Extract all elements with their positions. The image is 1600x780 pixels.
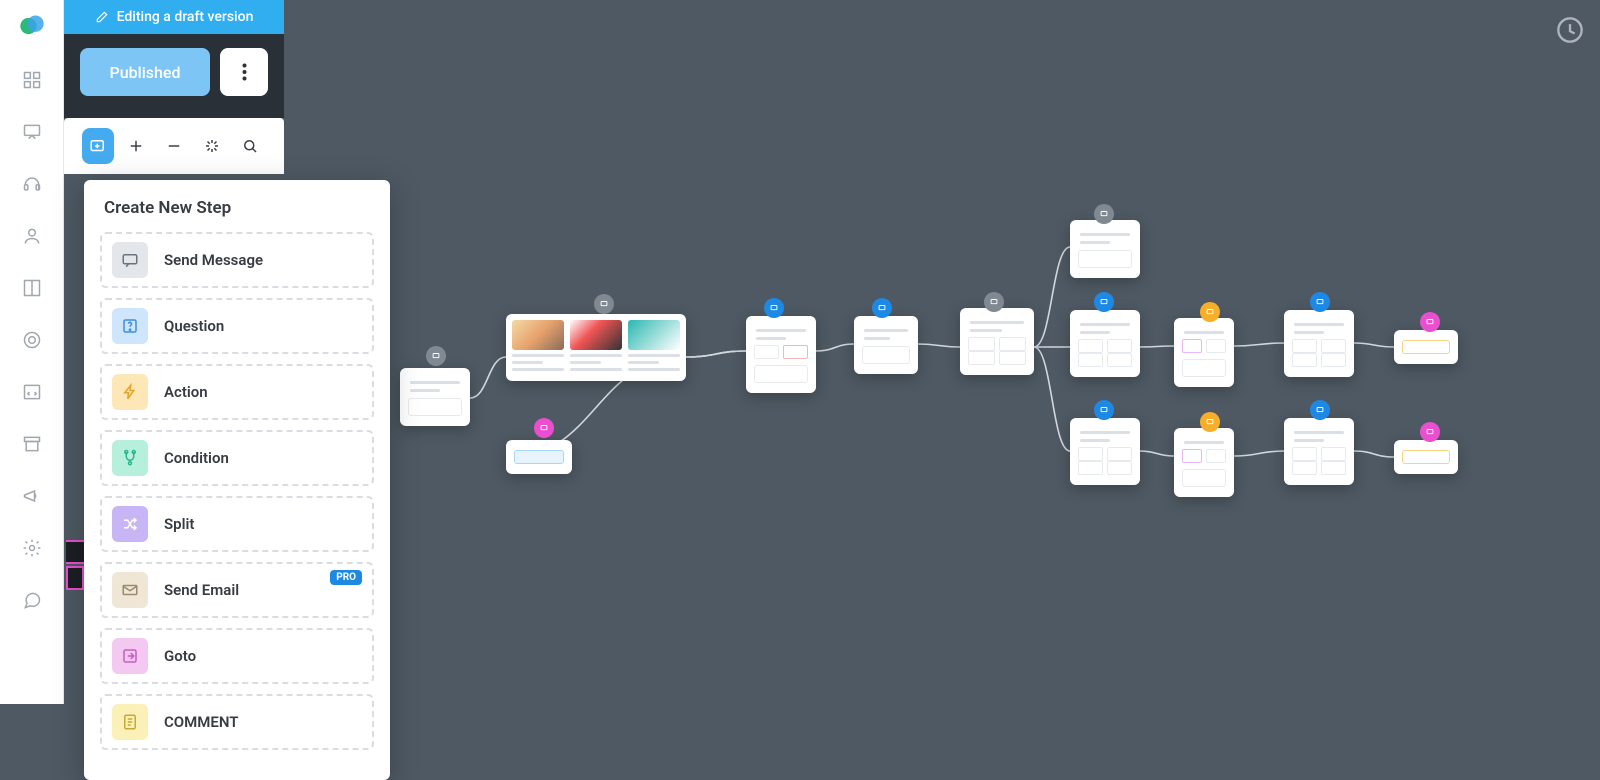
step-item-send-email[interactable]: Send Email PRO	[100, 562, 374, 618]
node-badge-icon	[1094, 204, 1114, 224]
node-badge-icon	[426, 346, 446, 366]
flow-node[interactable]	[960, 308, 1034, 375]
tool-add-step[interactable]	[82, 128, 114, 164]
node-badge-icon	[534, 418, 554, 438]
tool-zoom-out[interactable]	[158, 128, 190, 164]
action-icon	[112, 374, 148, 410]
step-item-split[interactable]: Split	[100, 496, 374, 552]
question-icon	[112, 308, 148, 344]
condition-icon	[112, 440, 148, 476]
flow-node[interactable]	[1174, 428, 1234, 497]
rail-user-icon[interactable]	[20, 224, 44, 248]
goto-icon	[112, 638, 148, 674]
step-item-label: Condition	[164, 449, 229, 467]
pro-badge: PRO	[330, 570, 362, 585]
node-badge-icon	[1200, 302, 1220, 322]
flow-node[interactable]	[746, 316, 816, 393]
help-corner-icon[interactable]	[1556, 16, 1584, 44]
more-button[interactable]	[220, 48, 268, 96]
more-vertical-icon	[242, 63, 247, 81]
node-badge-icon	[1094, 400, 1114, 420]
create-step-title: Create New Step	[104, 198, 374, 218]
step-item-action[interactable]: Action	[100, 364, 374, 420]
rail-megaphone-icon[interactable]	[20, 484, 44, 508]
rail-presentation-icon[interactable]	[20, 120, 44, 144]
node-badge-icon	[1094, 292, 1114, 312]
send-message-icon	[112, 242, 148, 278]
rail-dashboard-icon[interactable]	[20, 68, 44, 92]
rail-chat-icon[interactable]	[20, 588, 44, 612]
flow-node[interactable]	[854, 316, 918, 374]
node-badge-icon	[1420, 312, 1440, 332]
flow-node[interactable]	[506, 440, 572, 474]
tool-zoom-in[interactable]	[120, 128, 152, 164]
create-step-panel: Create New Step Send Message Question Acti…	[84, 180, 390, 780]
rail-lifebuoy-icon[interactable]	[20, 328, 44, 352]
node-badge-icon	[764, 298, 784, 318]
flow-node[interactable]	[1070, 310, 1140, 377]
draft-banner[interactable]: Editing a draft version	[64, 0, 284, 34]
app-logo	[18, 12, 46, 40]
rail-archive-icon[interactable]	[20, 432, 44, 456]
comment-icon	[112, 704, 148, 740]
flow-node[interactable]	[1070, 220, 1140, 278]
flow-node[interactable]	[1284, 418, 1354, 485]
step-item-condition[interactable]: Condition	[100, 430, 374, 486]
node-badge-icon	[1420, 422, 1440, 442]
node-badge-icon	[1310, 292, 1330, 312]
flow-node[interactable]	[400, 368, 470, 426]
step-item-label: Split	[164, 515, 194, 533]
node-badge-icon	[594, 294, 614, 314]
flow-node[interactable]	[1070, 418, 1140, 485]
rail-code-icon[interactable]	[20, 380, 44, 404]
send-email-icon	[112, 572, 148, 608]
step-item-question[interactable]: Question	[100, 298, 374, 354]
flow-node[interactable]	[1394, 440, 1458, 474]
step-item-goto[interactable]: Goto	[100, 628, 374, 684]
tool-strip	[64, 118, 284, 174]
step-item-label: COMMENT	[164, 713, 238, 731]
step-item-label: Question	[164, 317, 224, 335]
tool-search[interactable]	[234, 128, 266, 164]
tool-fit-icon[interactable]	[196, 128, 228, 164]
rail-headset-icon[interactable]	[20, 172, 44, 196]
step-item-label: Send Email	[164, 581, 239, 599]
published-button[interactable]: Published	[80, 48, 210, 96]
node-badge-icon	[872, 298, 892, 318]
step-item-label: Action	[164, 383, 208, 401]
rail-settings-icon[interactable]	[20, 536, 44, 560]
flow-node[interactable]	[1394, 330, 1458, 364]
node-badge-icon	[1310, 400, 1330, 420]
node-badge-icon	[984, 292, 1004, 312]
split-icon	[112, 506, 148, 542]
node-badge-icon	[1200, 412, 1220, 432]
step-item-label: Send Message	[164, 251, 263, 269]
edit-icon	[95, 10, 109, 24]
step-item-label: Goto	[164, 647, 196, 665]
flow-node[interactable]	[1174, 318, 1234, 387]
left-rail	[0, 0, 64, 704]
rail-columns-icon[interactable]	[20, 276, 44, 300]
flow-node[interactable]	[506, 314, 686, 381]
step-item-send-message[interactable]: Send Message	[100, 232, 374, 288]
step-item-comment[interactable]: COMMENT	[100, 694, 374, 750]
draft-banner-text: Editing a draft version	[117, 9, 254, 25]
flow-node[interactable]	[1284, 310, 1354, 377]
